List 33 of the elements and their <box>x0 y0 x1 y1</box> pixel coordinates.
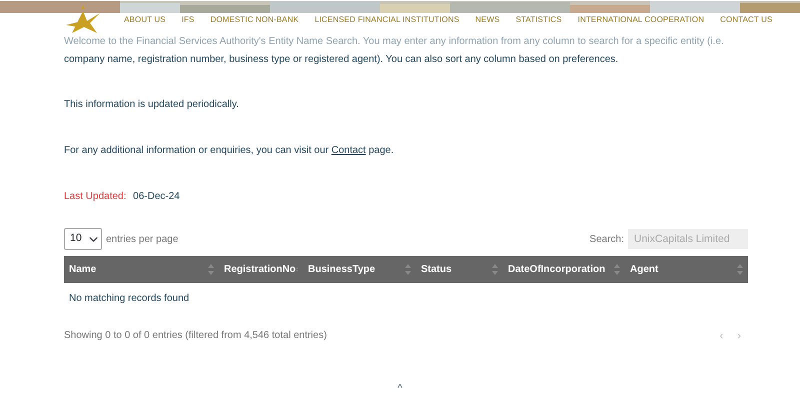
nav-link[interactable]: NEWS <box>467 14 508 26</box>
update-note: This information is updated periodically. <box>64 98 240 112</box>
last-updated-label: Last Updated: <box>64 191 126 202</box>
nav-link[interactable]: IFS <box>174 14 202 26</box>
contact-link[interactable]: Contact <box>331 145 366 156</box>
page-size-label: entries per page <box>106 232 178 246</box>
nav-link[interactable]: CONTACT US <box>712 14 780 26</box>
nav-link[interactable]: ABOUT US <box>116 14 174 26</box>
last-updated-date: 06-Dec-24 <box>133 191 180 202</box>
intro-text: Welcome to the Financial Services Authority's Entity Name Search. You may enter any information from any column to search for a specific entity (i.e. <box>64 35 724 49</box>
intro-text: company name, registration number, business type or registered agent). You can also sort any column based on preferences. <box>64 53 618 67</box>
nav-link[interactable]: LICENSED FINANCIAL INSTITUTIONS <box>306 14 468 26</box>
contact-text: For any additional information or enquiries, you can visit our Contact page. <box>64 144 395 158</box>
logo-icon[interactable] <box>64 3 102 35</box>
scroll-top-button[interactable]: ^ <box>398 382 402 394</box>
table-info: Showing 0 to 0 of 0 entries (filtered from 4,546 total entries) <box>64 329 327 343</box>
empty-message: No matching records found <box>68 292 190 306</box>
column-header[interactable]: RegistrationNo <box>224 262 296 277</box>
column-header[interactable]: Name <box>69 262 96 277</box>
column-header[interactable]: DateOfIncorporation <box>508 262 606 277</box>
column-header[interactable]: BusinessType <box>308 262 376 277</box>
page-size-select[interactable]: 10 <box>64 228 102 250</box>
nav-link[interactable]: DOMESTIC NON-BANK <box>202 14 307 26</box>
column-header[interactable]: Agent <box>630 262 658 277</box>
search-label: Search: <box>590 232 624 246</box>
column-header[interactable]: Status <box>421 262 452 277</box>
nav-link[interactable]: INTERNATIONAL COOPERATION <box>570 14 712 26</box>
nav-link[interactable]: STATISTICS <box>508 14 570 26</box>
sort-icon[interactable] <box>208 264 214 275</box>
sort-icon[interactable] <box>614 264 620 275</box>
sort-icon[interactable] <box>405 264 411 275</box>
sort-icon[interactable] <box>492 264 498 275</box>
sort-icon[interactable] <box>737 264 743 275</box>
